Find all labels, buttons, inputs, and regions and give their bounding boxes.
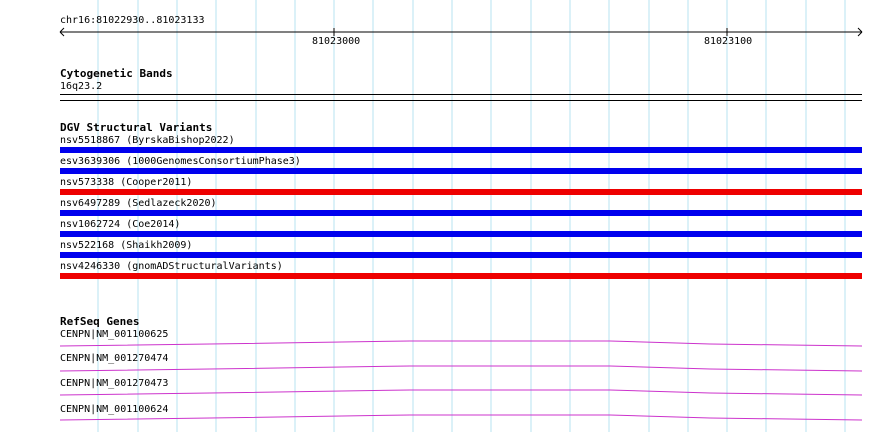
genome-browser-view: chr16:81022930..81023133 81023000 810231… (0, 0, 890, 432)
gene-model[interactable] (0, 0, 890, 432)
